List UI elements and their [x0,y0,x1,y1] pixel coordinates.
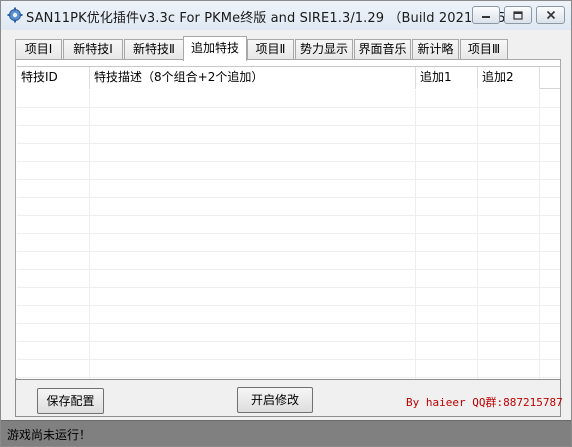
grid-line [539,90,540,379]
gear-icon [7,7,23,23]
grid-line [17,179,560,180]
grid-line [17,197,560,198]
grid-line [17,269,560,270]
grid-line [17,323,560,324]
window-title: SAN11PK优化插件v3.3c For PKMe终版 and SIRE1.3/… [26,11,519,26]
grid-line [17,377,560,378]
tab-new-skill-1[interactable]: 新特技Ⅰ [63,39,123,60]
grid-line [17,161,560,162]
column-header-extra-1[interactable]: 追加1 [416,67,478,89]
status-bar: 游戏尚未运行！ [1,420,571,446]
tab-bar: 项目Ⅰ 新特技Ⅰ 新特技Ⅱ 追加特技 项目Ⅱ 势力显示 界面音乐 新计略 项目Ⅲ [15,36,561,61]
status-text: 游戏尚未运行！ [7,428,92,442]
grid-line [17,287,560,288]
author-credit: By haieer QQ群:887215787 [406,396,563,409]
tab-project-3[interactable]: 项目Ⅲ [460,39,508,60]
grid-line [89,90,90,379]
column-header-extra-2[interactable]: 追加2 [478,67,540,89]
grid-line [17,359,560,360]
grid-line [17,215,560,216]
grid-line [17,107,560,108]
tab-project-1[interactable]: 项目Ⅰ [15,39,62,60]
minimize-icon [482,16,490,18]
grid-line [17,233,560,234]
title-bar[interactable]: SAN11PK优化插件v3.3c For PKMe终版 and SIRE1.3/… [1,1,571,30]
table-header: 特技ID 特技描述（8个组合+2个追加） 追加1 追加2 [17,67,560,89]
maximize-icon [513,10,523,20]
grid-line [477,90,478,379]
save-config-button[interactable]: 保存配置 [37,388,104,414]
tab-panel-extra-skill: 特技ID 特技描述（8个组合+2个追加） 追加1 追加2 [15,59,561,379]
tab-extra-skill[interactable]: 追加特技 [183,36,247,61]
tab-new-skill-2[interactable]: 新特技Ⅱ [124,39,184,60]
grid-line [415,90,416,379]
tab-force-display[interactable]: 势力显示 [295,39,353,60]
column-header-skill-desc[interactable]: 特技描述（8个组合+2个追加） [90,67,416,89]
grid-line [17,125,560,126]
close-icon [546,10,555,20]
maximize-button[interactable] [504,6,532,24]
minimize-button[interactable] [472,6,500,24]
grid-line [17,305,560,306]
main-window: SAN11PK优化插件v3.3c For PKMe终版 and SIRE1.3/… [0,0,572,447]
tab-new-strategy[interactable]: 新计略 [412,39,459,60]
tab-ui-music[interactable]: 界面音乐 [354,39,411,60]
column-header-skill-id[interactable]: 特技ID [17,67,90,89]
skill-table[interactable]: 特技ID 特技描述（8个组合+2个追加） 追加1 追加2 [17,66,560,379]
grid-line [17,143,560,144]
grid-line [17,341,560,342]
grid-line [17,251,560,252]
start-modify-button[interactable]: 开启修改 [237,387,313,413]
tab-project-2[interactable]: 项目Ⅱ [247,39,294,60]
table-body[interactable] [17,90,560,379]
action-bar: 保存配置 开启修改 By haieer QQ群:887215787 [15,379,563,417]
close-button[interactable] [536,6,565,24]
